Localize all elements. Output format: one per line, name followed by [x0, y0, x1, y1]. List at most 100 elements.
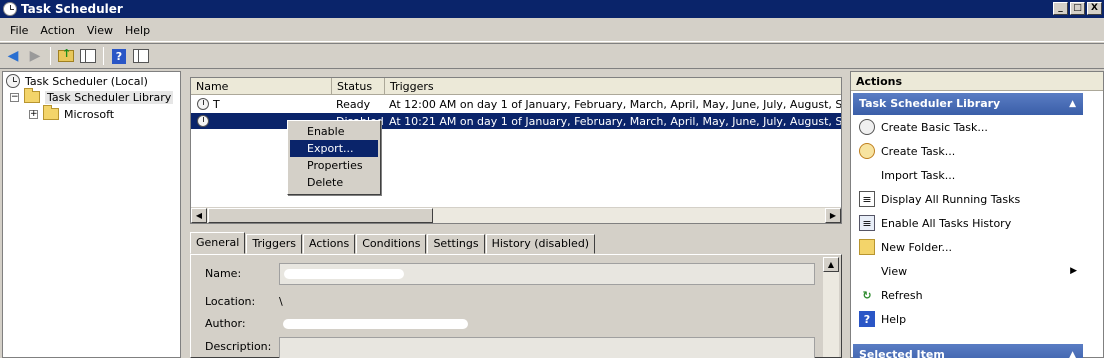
action-label: Display All Running Tasks [881, 192, 1021, 206]
action-label: Refresh [881, 288, 923, 302]
refresh-icon: ↻ [862, 288, 872, 302]
title-bar: Task Scheduler _ □ X [0, 0, 1104, 18]
action-display-running-tasks[interactable]: ≡ Display All Running Tasks [851, 187, 1081, 211]
action-pane-icon [133, 49, 149, 63]
window-title: Task Scheduler [21, 2, 123, 16]
context-item-delete[interactable]: Delete [290, 174, 378, 191]
tree-item-label: Task Scheduler Library [45, 90, 174, 104]
table-row[interactable]: T Ready At 12:00 AM on day 1 of January,… [191, 96, 841, 112]
view-icon [859, 263, 875, 279]
maximize-button[interactable]: □ [1070, 2, 1085, 15]
task-status: Ready [336, 97, 371, 111]
create-basic-task-icon [859, 119, 875, 135]
action-import-task[interactable]: Import Task... [851, 163, 1081, 187]
description-field[interactable] [279, 337, 815, 358]
history-icon: ≡ [859, 215, 875, 231]
action-label: New Folder... [881, 240, 952, 254]
help-icon: ? [112, 48, 126, 64]
toolbar-separator [50, 47, 51, 65]
forward-arrow-icon[interactable]: ▶ [26, 47, 44, 65]
running-tasks-icon: ≡ [859, 191, 875, 207]
menu-help[interactable]: Help [119, 24, 156, 37]
action-view[interactable]: View ▶ [851, 259, 1081, 283]
action-create-basic-task[interactable]: Create Basic Task... [851, 115, 1081, 139]
scroll-right-icon[interactable]: ▶ [825, 208, 841, 223]
context-item-properties[interactable]: Properties [290, 157, 378, 174]
tab-actions[interactable]: Actions [303, 234, 356, 254]
scroll-thumb[interactable] [208, 208, 433, 223]
import-task-icon [859, 167, 875, 183]
folder-icon [43, 105, 59, 120]
action-label: Help [881, 312, 907, 326]
tab-conditions[interactable]: Conditions [356, 234, 427, 254]
toolbar: ◀ ▶ ? [0, 43, 1104, 69]
close-button[interactable]: X [1087, 2, 1102, 15]
minimize-button[interactable]: _ [1053, 2, 1068, 15]
tree-item-microsoft[interactable]: + Microsoft [29, 105, 114, 122]
window-controls: _ □ X [1053, 2, 1102, 15]
context-item-export[interactable]: Export... [290, 140, 378, 157]
help-icon: ? [859, 311, 875, 327]
collapse-group-icon[interactable]: ▲ [1069, 344, 1076, 358]
tab-history[interactable]: History (disabled) [485, 234, 596, 254]
task-name: T [213, 97, 220, 111]
action-help[interactable]: ? Help [851, 307, 1081, 331]
scheduler-folder-icon [24, 88, 40, 103]
task-triggers: At 12:00 AM on day 1 of January, Februar… [389, 97, 841, 111]
up-folder-button[interactable] [57, 47, 75, 65]
expand-icon[interactable]: + [29, 109, 38, 119]
show-hide-console-tree-button[interactable] [79, 47, 97, 65]
tree-item-root[interactable]: Task Scheduler (Local) [6, 73, 148, 89]
task-detail-pane: General Triggers Actions Conditions Sett… [190, 230, 842, 358]
general-tab-body: Name: Location: \ Author: Description: ▲ [190, 254, 842, 358]
location-value: \ [279, 295, 283, 308]
tab-settings[interactable]: Settings [427, 234, 485, 254]
action-create-task[interactable]: Create Task... [851, 139, 1081, 163]
column-header-name[interactable]: Name [191, 78, 332, 95]
action-new-folder[interactable]: New Folder... [851, 235, 1081, 259]
action-enable-history[interactable]: ≡ Enable All Tasks History [851, 211, 1081, 235]
console-tree[interactable]: Task Scheduler (Local) − Task Scheduler … [2, 71, 181, 358]
menu-file[interactable]: File [4, 24, 34, 37]
toolbar-separator [103, 47, 104, 65]
column-header-triggers[interactable]: Triggers [385, 78, 841, 95]
redacted-name-value [284, 269, 404, 279]
vertical-scrollbar[interactable]: ▲ [823, 257, 839, 357]
back-arrow-icon[interactable]: ◀ [4, 47, 22, 65]
name-label: Name: [205, 267, 242, 280]
name-field[interactable] [279, 263, 815, 285]
scroll-left-icon[interactable]: ◀ [191, 208, 207, 223]
task-clock-icon [197, 115, 209, 127]
context-menu: Enable Export... Properties Delete [287, 120, 381, 195]
task-name-cell: T [191, 98, 331, 111]
tab-general[interactable]: General [190, 232, 246, 254]
action-label: Create Basic Task... [881, 120, 988, 134]
horizontal-scrollbar[interactable]: ◀ ▶ [191, 207, 841, 223]
actions-group-title: Selected Item [859, 348, 945, 358]
list-header: Name Status Triggers [191, 78, 841, 95]
column-header-status[interactable]: Status [332, 78, 385, 95]
action-label: Create Task... [881, 144, 956, 158]
scroll-up-icon[interactable]: ▲ [823, 257, 839, 272]
action-label: Enable All Tasks History [881, 216, 1012, 230]
show-hide-action-pane-button[interactable] [132, 47, 150, 65]
actions-group-library[interactable]: Task Scheduler Library ▲ [853, 93, 1083, 115]
context-item-enable[interactable]: Enable [290, 123, 378, 140]
help-button[interactable]: ? [110, 47, 128, 65]
menu-view[interactable]: View [81, 24, 119, 37]
tab-triggers[interactable]: Triggers [246, 234, 303, 254]
collapse-group-icon[interactable]: ▲ [1069, 93, 1076, 115]
action-label: View [881, 264, 908, 278]
action-refresh[interactable]: ↻ Refresh [851, 283, 1081, 307]
create-task-icon [859, 143, 875, 159]
clock-icon [6, 74, 20, 88]
actions-group-selected-item[interactable]: Selected Item ▲ [853, 344, 1083, 358]
console-tree-icon [80, 49, 96, 63]
tree-item-library[interactable]: − Task Scheduler Library [10, 88, 174, 105]
detail-tabs: General Triggers Actions Conditions Sett… [190, 232, 596, 254]
collapse-icon[interactable]: − [10, 92, 19, 102]
menu-action[interactable]: Action [34, 24, 80, 37]
author-label: Author: [205, 317, 246, 330]
task-scheduler-icon [3, 2, 17, 16]
task-triggers: At 10:21 AM on day 1 of January, Februar… [389, 114, 841, 128]
